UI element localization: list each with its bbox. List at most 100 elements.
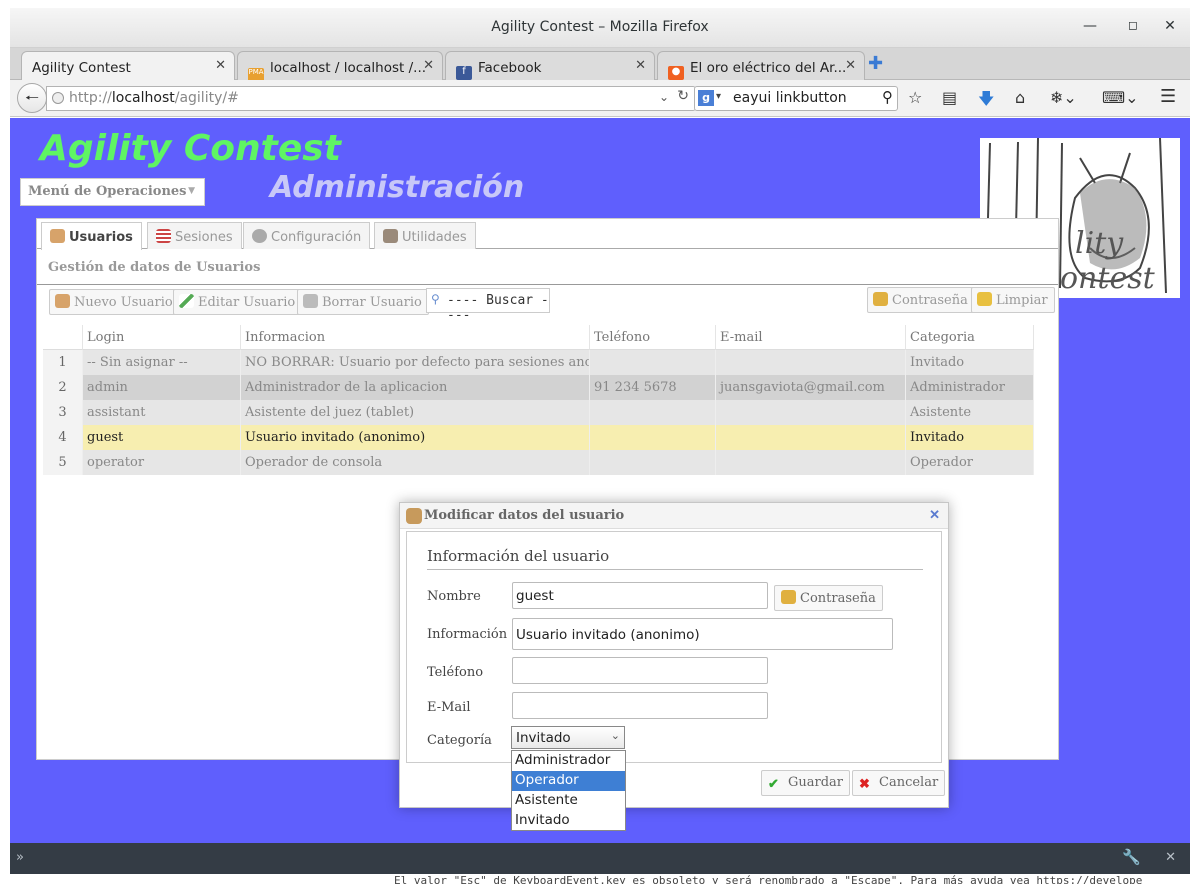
- back-arrow-icon: 🠐: [25, 88, 39, 107]
- app-title: Agility Contest: [40, 128, 341, 169]
- dialog-password-button[interactable]: Contraseña: [774, 585, 883, 611]
- close-tab-icon[interactable]: ✕: [215, 58, 226, 73]
- operations-menu-button[interactable]: Menú de Operaciones ▼: [20, 178, 205, 206]
- browser-navbar: http://localhost/agility/# ⌄ ↻ 🠐 g ▾ eay…: [10, 80, 1190, 117]
- browser-tab-label: localhost / localhost /...: [270, 60, 427, 76]
- new-tab-icon[interactable]: ✚: [868, 53, 883, 74]
- bookmark-star-icon[interactable]: ☆: [908, 88, 922, 107]
- close-icon[interactable]: ✕: [929, 508, 940, 523]
- browser-tab-label: El oro eléctrico del Ar...: [690, 60, 847, 76]
- save-button[interactable]: ✔ Guardar: [761, 770, 851, 796]
- cell-login: -- Sin asignar --: [83, 350, 241, 375]
- close-tab-icon[interactable]: ✕: [845, 58, 856, 73]
- dialog-title: Modificar datos del usuario: [424, 508, 625, 523]
- panel-tabs: Usuarios Sesiones Configuración Utilidad…: [37, 219, 1058, 250]
- table-row[interactable]: 5 operator Operador de consola Operador: [43, 450, 1034, 475]
- browser-tab-phpmyadmin[interactable]: PMA localhost / localhost /... ✕: [237, 51, 443, 80]
- browser-tab-oro[interactable]: ● El oro eléctrico del Ar... ✕: [657, 51, 865, 80]
- column-header-info[interactable]: Informacion: [241, 325, 590, 350]
- downloads-icon[interactable]: 🡇: [978, 88, 994, 115]
- tab-usuarios[interactable]: Usuarios: [41, 222, 142, 250]
- cell-category: Invitado: [906, 350, 1034, 375]
- option-asistente[interactable]: Asistente: [512, 791, 625, 811]
- option-invitado[interactable]: Invitado: [512, 811, 625, 831]
- table-row[interactable]: 2 admin Administrador de la aplicacion 9…: [43, 375, 1034, 400]
- close-tab-icon[interactable]: ✕: [423, 58, 434, 73]
- hamburger-menu-icon[interactable]: ☰: [1160, 86, 1176, 107]
- browser-tab-facebook[interactable]: f Facebook ✕: [445, 51, 655, 80]
- column-header-phone[interactable]: Teléfono: [590, 325, 716, 350]
- search-icon[interactable]: ⚲: [882, 88, 893, 106]
- cell-info: Operador de consola: [241, 450, 590, 475]
- reload-icon[interactable]: ↻: [677, 88, 689, 104]
- search-field[interactable]: ⚲ ---- Buscar ----: [426, 288, 550, 323]
- site-icon: ●: [668, 66, 684, 80]
- minimize-icon[interactable]: —: [1080, 18, 1100, 34]
- row-number: 3: [43, 400, 83, 425]
- maximize-icon[interactable]: ◻: [1123, 18, 1143, 32]
- browser-tab-agility[interactable]: Agility Contest ✕: [21, 51, 235, 81]
- tab-label: Sesiones: [175, 230, 233, 245]
- category-select-value: Invitado: [516, 730, 571, 746]
- column-header-login[interactable]: Login: [83, 325, 241, 350]
- column-header-email[interactable]: E-mail: [716, 325, 906, 350]
- phone-field[interactable]: [512, 657, 768, 684]
- search-box[interactable]: g ▾ eayui linkbutton ⚲: [694, 86, 898, 111]
- close-window-icon[interactable]: ✕: [1160, 18, 1180, 34]
- save-label: Guardar: [788, 775, 844, 790]
- search-placeholder: ---- Buscar ----: [447, 293, 549, 323]
- check-icon: ✔: [768, 777, 779, 792]
- close-tab-icon[interactable]: ✕: [635, 58, 646, 73]
- cell-category: Administrador: [906, 375, 1034, 400]
- clear-button[interactable]: Limpiar: [971, 287, 1055, 313]
- url-dropdown-icon[interactable]: ⌄: [659, 90, 669, 104]
- command-prompt-icon[interactable]: »: [16, 850, 24, 865]
- home-icon[interactable]: ⌂: [1015, 88, 1025, 107]
- reading-list-icon[interactable]: ▤: [942, 88, 957, 107]
- cancel-button[interactable]: ✖ Cancelar: [852, 770, 946, 796]
- list-icon: [156, 229, 171, 243]
- engine-dropdown-icon[interactable]: ▾: [716, 91, 721, 102]
- cell-email: [716, 350, 906, 375]
- form-section-title: Información del usuario: [427, 547, 610, 565]
- clear-label: Limpiar: [996, 293, 1048, 308]
- panel-subtitle: Gestión de datos de Usuarios: [48, 260, 261, 275]
- row-number: 4: [43, 425, 83, 450]
- back-button[interactable]: 🠐: [17, 83, 47, 113]
- delete-user-button[interactable]: Borrar Usuario: [297, 289, 429, 315]
- edit-user-dialog: Modificar datos del usuario ✕ Informació…: [399, 502, 949, 808]
- option-administrador[interactable]: Administrador: [512, 751, 625, 771]
- table-row[interactable]: 1 -- Sin asignar -- NO BORRAR: Usuario p…: [43, 350, 1034, 375]
- key-icon: [781, 590, 796, 604]
- developer-icon[interactable]: ⌨⌄: [1102, 88, 1139, 107]
- phpmyadmin-icon: PMA: [248, 68, 264, 80]
- console-message: El valor "Esc" de KeyboardEvent.key es o…: [394, 874, 1143, 884]
- addon-icon[interactable]: ❄⌄: [1050, 88, 1077, 107]
- table-row-selected[interactable]: 4 guest Usuario invitado (anonimo) Invit…: [43, 425, 1034, 450]
- tab-utilidades[interactable]: Utilidades: [374, 222, 476, 249]
- cell-email: [716, 425, 906, 450]
- table-row[interactable]: 3 assistant Asistente del juez (tablet) …: [43, 400, 1034, 425]
- address-bar[interactable]: http://localhost/agility/# ⌄ ↻: [46, 86, 696, 111]
- key-icon: [873, 292, 888, 306]
- tab-label: Utilidades: [402, 230, 467, 245]
- close-devbar-icon[interactable]: ✕: [1165, 850, 1176, 865]
- password-button[interactable]: Contraseña: [867, 287, 975, 313]
- developer-toolbar: » 🔧 ✕: [10, 843, 1190, 874]
- category-select[interactable]: Invitado ⌄: [511, 726, 625, 749]
- option-operador[interactable]: Operador: [512, 771, 625, 791]
- dialog-titlebar[interactable]: Modificar datos del usuario ✕: [400, 503, 948, 529]
- name-field[interactable]: guest: [512, 582, 768, 609]
- tab-sesiones[interactable]: Sesiones: [147, 222, 242, 249]
- email-field[interactable]: [512, 692, 768, 719]
- tab-configuracion[interactable]: Configuración: [243, 222, 371, 249]
- info-field[interactable]: Usuario invitado (anonimo): [512, 618, 893, 650]
- wrench-icon[interactable]: 🔧: [1122, 848, 1146, 870]
- row-number: 2: [43, 375, 83, 400]
- search-input[interactable]: eayui linkbutton: [733, 90, 847, 106]
- new-user-button[interactable]: Nuevo Usuario: [49, 289, 180, 315]
- cell-phone: [590, 400, 716, 425]
- column-header-category[interactable]: Categoria: [906, 325, 1034, 350]
- cell-phone: [590, 450, 716, 475]
- edit-user-button[interactable]: Editar Usuario: [173, 289, 303, 315]
